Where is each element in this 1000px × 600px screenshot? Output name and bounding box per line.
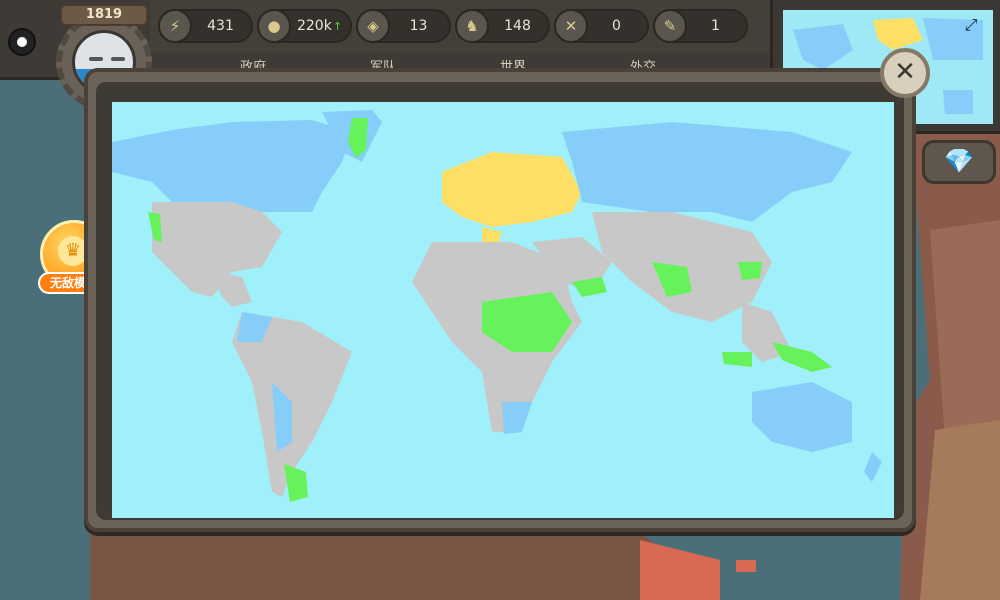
resource-wars[interactable]: ✕ 0 bbox=[554, 9, 649, 43]
resource-value: 431 bbox=[207, 18, 234, 34]
resource-money[interactable]: ● 220k↑ bbox=[257, 9, 352, 43]
close-icon: ✕ bbox=[894, 57, 916, 87]
eye-icon bbox=[111, 57, 125, 61]
diamond-icon: 💎 bbox=[944, 147, 974, 175]
world-map-graphic bbox=[112, 110, 882, 502]
crossed-swords-icon: ✕ bbox=[554, 9, 588, 43]
expand-icon[interactable]: ⤢ bbox=[960, 14, 982, 36]
resource-value: 1 bbox=[711, 18, 720, 34]
diamond-button[interactable]: 💎 bbox=[922, 140, 996, 184]
resource-value: 220k↑ bbox=[296, 18, 343, 34]
resource-energy[interactable]: ⚡ 431 bbox=[158, 9, 253, 43]
box-icon: ◈ bbox=[356, 9, 390, 43]
money-icon: ● bbox=[257, 9, 291, 43]
close-button[interactable]: ✕ bbox=[880, 48, 930, 98]
resource-value: 0 bbox=[612, 18, 621, 34]
resource-value: 148 bbox=[504, 18, 531, 34]
year-badge: 1819 bbox=[60, 4, 148, 26]
resource-industry[interactable]: ◈ 13 bbox=[356, 9, 451, 43]
pause-button[interactable] bbox=[8, 28, 36, 56]
soldier-icon: ♞ bbox=[455, 9, 489, 43]
resource-research[interactable]: ✎ 1 bbox=[653, 9, 748, 43]
resource-value: 13 bbox=[409, 18, 428, 34]
world-map-dialog bbox=[84, 68, 916, 532]
world-map[interactable] bbox=[112, 102, 894, 518]
trend-up-icon: ↑ bbox=[332, 20, 343, 33]
lightning-icon: ⚡ bbox=[158, 9, 192, 43]
pen-icon: ✎ bbox=[653, 9, 687, 43]
eye-icon bbox=[89, 57, 103, 61]
resource-manpower[interactable]: ♞ 148 bbox=[455, 9, 550, 43]
